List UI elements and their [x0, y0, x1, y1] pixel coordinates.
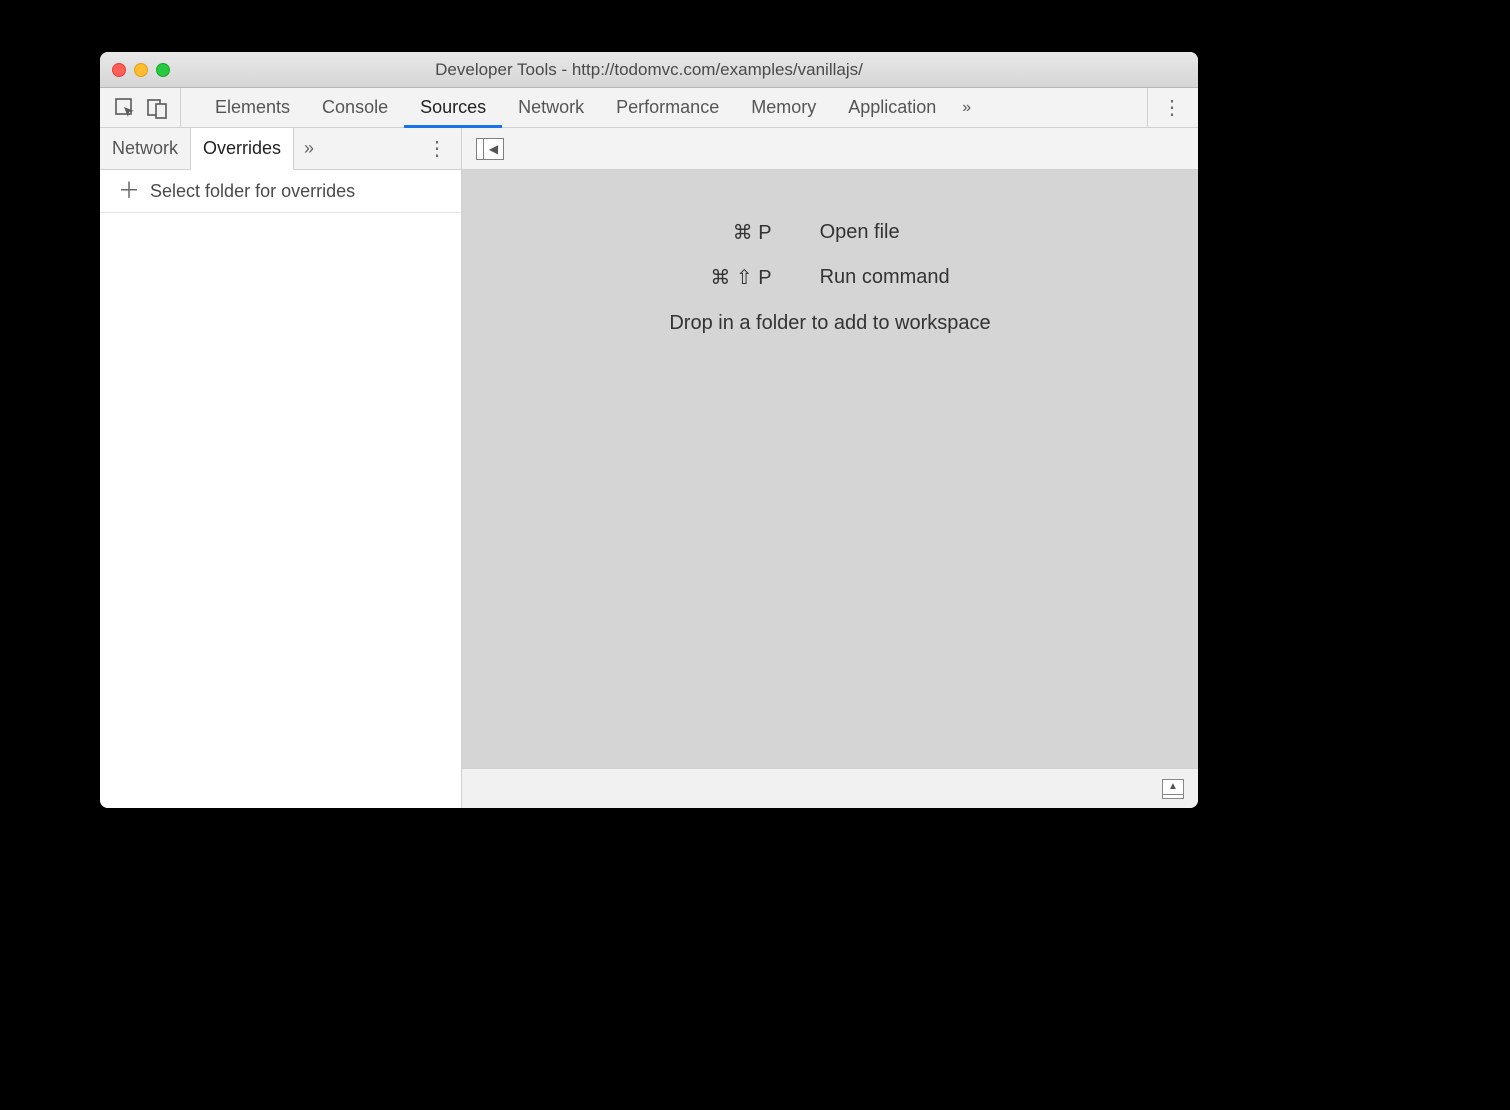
devtools-window: Developer Tools - http://todomvc.com/exa…: [100, 52, 1198, 808]
tab-label: Network: [518, 97, 584, 118]
editor-footer: ▲: [462, 768, 1198, 808]
more-options-icon[interactable]: ⋮: [1162, 95, 1184, 120]
navigator-tabs-overflow[interactable]: »: [294, 128, 324, 169]
editor-tabbar: ◀: [462, 128, 1198, 170]
tab-console[interactable]: Console: [306, 88, 404, 127]
tab-label: Performance: [616, 97, 719, 118]
tab-network[interactable]: Network: [502, 88, 600, 127]
left-tools: [100, 88, 181, 127]
tab-sources[interactable]: Sources: [404, 88, 502, 127]
tab-application[interactable]: Application: [832, 88, 952, 127]
navigator-tab-overrides[interactable]: Overrides: [190, 128, 294, 170]
tab-label: Overrides: [203, 138, 281, 159]
chevron-double-right-icon: »: [304, 138, 314, 159]
tab-label: Console: [322, 97, 388, 118]
navigator-tab-network[interactable]: Network: [100, 128, 190, 169]
chevron-double-right-icon: »: [962, 99, 971, 117]
editor-empty-state: ⌘ P Open file ⌘ ⇧ P Run command Drop in …: [462, 170, 1198, 768]
select-folder-label: Select folder for overrides: [150, 181, 355, 202]
navigator-more-options-icon[interactable]: ⋮: [413, 128, 461, 169]
tab-label: Elements: [215, 97, 290, 118]
device-toolbar-icon[interactable]: [146, 97, 168, 119]
titlebar: Developer Tools - http://todomvc.com/exa…: [100, 52, 1198, 88]
toggle-navigator-icon[interactable]: ◀: [476, 138, 504, 160]
close-window-button[interactable]: [112, 63, 126, 77]
tab-label: Application: [848, 97, 936, 118]
main-tabs: Elements Console Sources Network Perform…: [181, 88, 1141, 127]
tab-memory[interactable]: Memory: [735, 88, 832, 127]
zoom-window-button[interactable]: [156, 63, 170, 77]
tab-performance[interactable]: Performance: [600, 88, 735, 127]
shortcut-label-open-file: Open file: [820, 221, 950, 244]
tab-label: Memory: [751, 97, 816, 118]
shortcut-grid: ⌘ P Open file ⌘ ⇧ P Run command: [710, 220, 949, 290]
window-title: Developer Tools - http://todomvc.com/exa…: [100, 60, 1198, 80]
tab-label: Network: [112, 138, 178, 159]
main-tab-bar: Elements Console Sources Network Perform…: [100, 88, 1198, 128]
toggle-drawer-icon[interactable]: ▲: [1162, 779, 1184, 799]
navigator-tabs: Network Overrides » ⋮: [100, 128, 461, 170]
shortcut-label-run-command: Run command: [820, 266, 950, 289]
shortcut-keys: ⌘ P: [710, 220, 771, 245]
window-controls: [112, 63, 170, 77]
spacer: [324, 128, 413, 169]
tab-elements[interactable]: Elements: [199, 88, 306, 127]
editor-panel: ◀ ⌘ P Open file ⌘ ⇧ P Run command Drop i…: [462, 128, 1198, 808]
sources-split: Network Overrides » ⋮ ＋ Select folder fo…: [100, 128, 1198, 808]
tabs-overflow-button[interactable]: »: [952, 88, 981, 127]
select-folder-for-overrides-button[interactable]: ＋ Select folder for overrides: [100, 170, 461, 213]
navigator-panel: Network Overrides » ⋮ ＋ Select folder fo…: [100, 128, 462, 808]
plus-icon: ＋: [118, 180, 140, 202]
navigator-body: ＋ Select folder for overrides: [100, 170, 461, 808]
shortcut-keys: ⌘ ⇧ P: [710, 265, 771, 290]
minimize-window-button[interactable]: [134, 63, 148, 77]
tab-label: Sources: [420, 97, 486, 118]
workspace-drop-hint: Drop in a folder to add to workspace: [669, 312, 990, 335]
main-tabs-right: ⋮: [1147, 88, 1198, 127]
inspect-element-icon[interactable]: [114, 97, 136, 119]
